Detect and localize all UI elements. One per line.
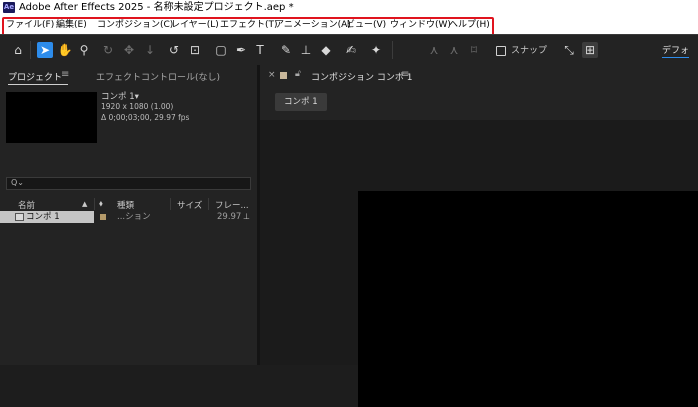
column-divider	[170, 198, 171, 210]
orbit-camera-icon[interactable]: ↻	[100, 42, 116, 58]
menu-view[interactable]: ビュー(V)	[346, 16, 386, 34]
menu-composition[interactable]: コンポジション(C)	[97, 16, 173, 34]
project-item-fps: 29.97	[217, 212, 242, 222]
view-axis-icon[interactable]: ⌑	[466, 42, 482, 58]
comp-name-info[interactable]: コンポ 1▾	[101, 90, 139, 102]
home-icon[interactable]: ⌂	[10, 42, 26, 58]
rotation-tool-icon[interactable]: ↺	[166, 42, 182, 58]
column-frame-rate[interactable]: フレー...	[215, 199, 249, 211]
menu-edit[interactable]: 編集(E)	[56, 16, 87, 34]
dolly-camera-icon[interactable]: ↓	[142, 42, 158, 58]
menu-help[interactable]: ヘルプ(H)	[449, 16, 490, 34]
comp-viewer	[260, 120, 698, 407]
rectangle-tool-icon[interactable]: ▢	[213, 42, 229, 58]
pen-tool-icon[interactable]: ✒	[233, 42, 249, 58]
after-effects-app-icon: Ae	[3, 2, 15, 13]
tools-toolbar: ⌂ ➤ ✋ ⚲ ↻ ✥ ↓ ↺ ⊡ ▢ ✒ T ✎ ⊥ ◆ ✍ ✦ ⋏ ⋏ ⌑ …	[0, 34, 698, 65]
comp-canvas[interactable]	[358, 191, 698, 407]
flowchart-icon[interactable]: ⊥	[243, 211, 250, 223]
menu-bar: ファイル(F) 編集(E) コンポジション(C) レイヤー(L) エフェクト(T…	[0, 16, 698, 43]
comp-resolution: 1920 x 1080 (1.00)	[101, 102, 174, 111]
window-title: Adobe After Effects 2025 - 名称未設定プロジェクト.a…	[19, 2, 294, 13]
puppet-pin-icon[interactable]: ✦	[368, 42, 384, 58]
project-panel: プロジェクト ≡ エフェクトコントロール(なし) コンポ 1▾ 1920 x 1…	[0, 65, 257, 365]
hand-tool-icon[interactable]: ✋	[57, 42, 73, 58]
active-tab-underline	[8, 84, 68, 85]
workspace-default-tab[interactable]: デフォ	[662, 43, 690, 58]
world-axis-icon[interactable]: ⋏	[446, 42, 462, 58]
label-tag-icon[interactable]: ⬧	[99, 199, 103, 209]
toolbar-separator	[30, 41, 31, 59]
column-type[interactable]: 種類	[117, 199, 134, 211]
menu-animation[interactable]: アニメーション(A)	[275, 16, 351, 34]
project-item-type: ...ション	[117, 212, 151, 222]
panel-menu-icon[interactable]: ≡	[61, 69, 69, 80]
sort-asc-icon[interactable]: ▲	[82, 200, 87, 208]
type-tool-icon[interactable]: T	[252, 42, 268, 58]
project-search-input[interactable]: Q⌄	[6, 177, 251, 190]
column-divider	[208, 198, 209, 210]
column-size[interactable]: サイズ	[177, 199, 202, 211]
roto-brush-icon[interactable]: ✍	[343, 42, 359, 58]
search-icon: Q⌄	[11, 178, 24, 187]
snap-checkbox[interactable]	[496, 46, 506, 56]
project-item-row[interactable]: コンポ 1 ...ション 29.97 ⊥	[0, 211, 257, 223]
column-divider	[94, 198, 95, 210]
local-axis-icon[interactable]: ⋏	[426, 42, 442, 58]
snap-options-icon[interactable]: ⤡	[561, 42, 577, 58]
snap-label: スナップ	[511, 46, 548, 56]
composition-icon	[15, 213, 24, 221]
close-tab-icon[interactable]: ×	[268, 70, 276, 80]
menu-file[interactable]: ファイル(F)	[6, 16, 54, 34]
menu-effect[interactable]: エフェクト(T)	[220, 16, 278, 34]
comp-label-swatch	[280, 72, 287, 79]
brush-tool-icon[interactable]: ✎	[278, 42, 294, 58]
pan-camera-icon[interactable]: ✥	[121, 42, 137, 58]
column-name[interactable]: 名前	[18, 199, 35, 211]
eraser-tool-icon[interactable]: ◆	[318, 42, 334, 58]
comp-thumbnail	[6, 92, 97, 143]
label-color-swatch[interactable]	[100, 214, 106, 220]
composition-panel: × 🔓︎ コンポジション コンポ 1 ≡ コンポ 1	[260, 65, 698, 407]
zoom-tool-icon[interactable]: ⚲	[76, 42, 92, 58]
tab-effect-controls[interactable]: エフェクトコントロール(なし)	[96, 70, 220, 83]
comp-breadcrumb[interactable]: コンポ 1	[275, 93, 327, 111]
snap-grid-icon[interactable]: ⊞	[582, 42, 598, 58]
menu-window[interactable]: ウィンドウ(W)	[390, 16, 451, 34]
comp-duration: Δ 0;00;03;00, 29.97 fps	[101, 113, 190, 122]
tab-composition[interactable]: コンポジション コンポ 1	[311, 70, 412, 83]
project-item-name: コンポ 1	[26, 212, 60, 222]
toolbar-separator	[392, 41, 393, 59]
panel-menu-icon[interactable]: ≡	[401, 69, 409, 80]
tab-project[interactable]: プロジェクト	[8, 70, 62, 83]
title-bar: Ae Adobe After Effects 2025 - 名称未設定プロジェク…	[0, 0, 698, 16]
lock-icon[interactable]: 🔓︎	[295, 69, 301, 79]
clone-stamp-icon[interactable]: ⊥	[298, 42, 314, 58]
selection-tool-icon[interactable]: ➤	[37, 42, 53, 58]
menu-layer[interactable]: レイヤー(L)	[171, 16, 219, 34]
pan-behind-icon[interactable]: ⊡	[187, 42, 203, 58]
